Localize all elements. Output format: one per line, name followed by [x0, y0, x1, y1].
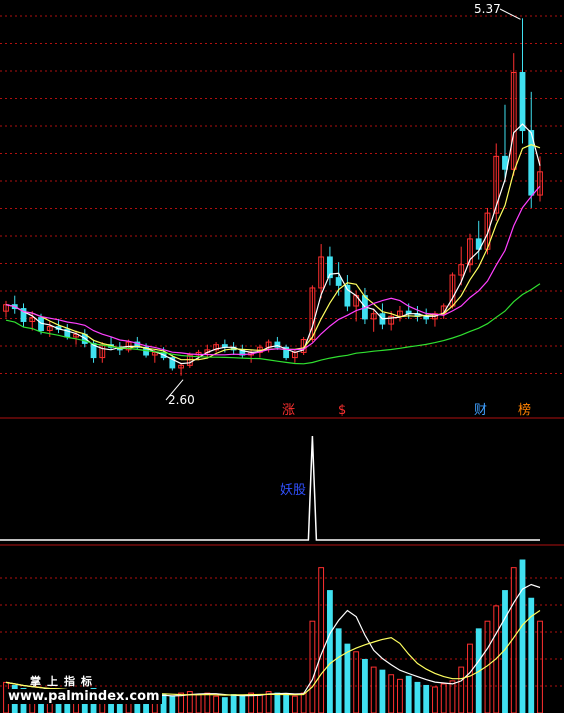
signal-zhang: 涨: [282, 403, 295, 418]
volume-bar: [362, 658, 368, 713]
watermark-title: 掌上指标: [30, 675, 98, 688]
volume-bar: [344, 643, 351, 713]
stock-chart: 5.37 2.60 涨 $ 财 榜 妖股: [0, 0, 564, 713]
volume-bar: [274, 692, 281, 713]
volume-bar: [423, 684, 430, 713]
volume-bar: [169, 695, 176, 713]
candle-body: [335, 277, 342, 286]
volume-bar: [160, 694, 167, 713]
watermark-url: www.palmindex.com: [6, 689, 162, 704]
chart-background: [0, 0, 564, 713]
volume-bar: [405, 675, 412, 713]
volume-bar: [519, 559, 526, 713]
volume-bar: [326, 590, 333, 713]
indicator-label: 妖股: [280, 483, 306, 498]
volume-bar: [221, 697, 228, 713]
volume-bar: [335, 628, 342, 713]
volume-bar: [414, 681, 421, 713]
signal-cai: 财: [474, 403, 487, 418]
signal-bang: 榜: [518, 402, 531, 418]
signal-dollar: $: [338, 403, 346, 418]
high-price-label: 5.37: [474, 2, 501, 16]
volume-bar: [239, 695, 246, 713]
low-price-label: 2.60: [168, 393, 195, 407]
candle-body: [519, 72, 526, 132]
volume-bar: [379, 669, 386, 713]
volume-bar: [283, 694, 290, 713]
volume-bar: [230, 694, 237, 713]
watermark: 掌上指标 www.palmindex.com: [0, 669, 162, 713]
